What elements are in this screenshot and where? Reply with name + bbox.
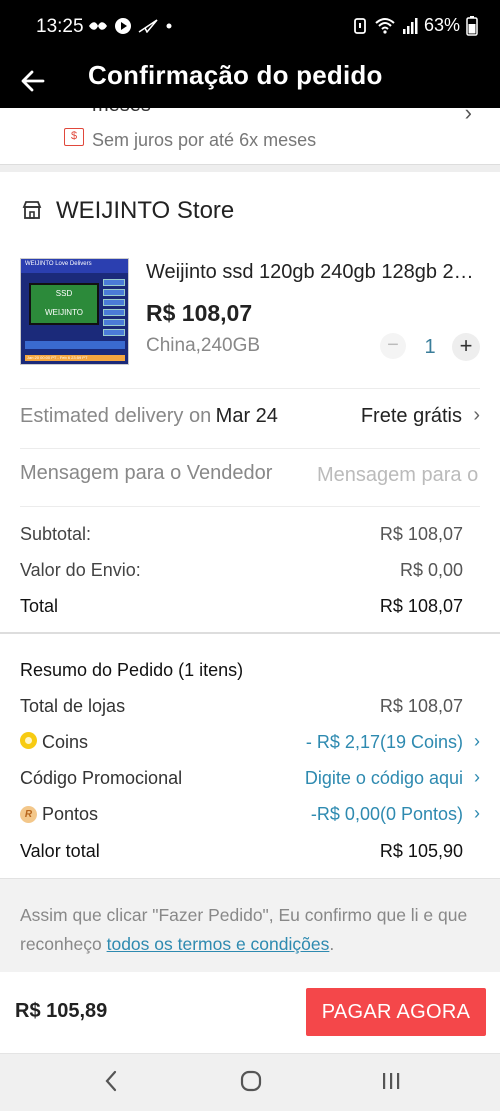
shipping-cost-value: R$ 0,00 bbox=[399, 560, 463, 580]
terms-section: Assim que clicar "Fazer Pedido", Eu conf… bbox=[0, 878, 500, 972]
store-name[interactable]: WEIJINTO Store bbox=[56, 197, 234, 225]
app-bar: Confirmação do pedido bbox=[0, 54, 500, 108]
divider bbox=[20, 388, 480, 389]
promo-code-input[interactable]: Digite o código aqui bbox=[305, 768, 463, 789]
chevron-right-icon: › bbox=[474, 767, 480, 787]
grand-total-row: Valor total R$ 105,90 bbox=[20, 841, 480, 869]
section-divider bbox=[0, 632, 500, 652]
subtotal-label: Subtotal: bbox=[20, 524, 92, 544]
coin-icon bbox=[20, 732, 37, 749]
points-value: -R$ 0,00(0 Pontos) bbox=[310, 804, 463, 824]
product-image-capacity bbox=[103, 309, 125, 316]
summary-store-total-row: Total de lojas R$ 108,07 bbox=[20, 696, 480, 724]
quantity-increase-button[interactable]: + bbox=[452, 333, 480, 361]
message-label: Mensagem para o Vendedor bbox=[20, 462, 273, 484]
coins-row[interactable]: Coins - R$ 2,17(19 Coins) › bbox=[20, 731, 480, 760]
notification-dot bbox=[166, 23, 172, 29]
product-image-capacity bbox=[103, 279, 125, 286]
terms-link[interactable]: todos os termos e condições bbox=[107, 934, 330, 954]
chevron-right-icon: › bbox=[464, 108, 472, 125]
terms-end: . bbox=[329, 934, 335, 954]
promo-code-label: Código Promocional bbox=[20, 768, 183, 788]
product-image-header: WEIJINTO Love Delivers bbox=[21, 259, 128, 273]
status-bar: 13:25 63% bbox=[0, 0, 500, 54]
points-icon: R bbox=[20, 806, 37, 823]
product-price: R$ 108,07 bbox=[146, 300, 253, 326]
play-icon bbox=[115, 18, 131, 34]
chevron-right-icon: › bbox=[473, 404, 480, 426]
checkout-bar: R$ 105,89 PAGAR AGORA bbox=[0, 972, 500, 1053]
battery-icon bbox=[466, 15, 478, 36]
shipping-cost-label: Valor do Envio: bbox=[20, 560, 141, 580]
delivery-row[interactable]: Estimated delivery on Mar 24 Frete gráti… bbox=[20, 404, 480, 435]
seller-message-input[interactable] bbox=[317, 460, 480, 490]
battery-percent: 63% bbox=[423, 15, 460, 35]
status-right: 63% bbox=[352, 15, 478, 36]
message-row: Mensagem para o Vendedor bbox=[20, 460, 480, 492]
promo-code-row[interactable]: Código Promocional Digite o código aqui … bbox=[20, 767, 480, 796]
installment-cut-text: meses bbox=[92, 108, 151, 117]
product-image-capacity bbox=[103, 329, 125, 336]
quantity-value: 1 bbox=[424, 336, 436, 358]
product-image-drive-brand: WEIJINTO bbox=[44, 308, 84, 317]
installment-label: Sem juros por até 6x meses bbox=[92, 130, 317, 150]
status-time: 13:25 bbox=[36, 16, 84, 37]
store-section: WEIJINTO Store WEIJINTO Love Delivers SS… bbox=[0, 172, 500, 632]
product-image-capacity bbox=[103, 299, 125, 306]
nav-recents-icon[interactable] bbox=[376, 1068, 406, 1098]
delivery-date: Mar 24 bbox=[215, 405, 278, 427]
product-image-capacity bbox=[103, 289, 125, 296]
subtotal-value: R$ 108,07 bbox=[379, 524, 463, 544]
pay-now-button[interactable]: PAGAR AGORA bbox=[306, 988, 486, 1036]
chevron-right-icon: › bbox=[474, 731, 480, 751]
send-icon bbox=[138, 19, 158, 33]
product-image-ssd: SSD WEIJINTO bbox=[29, 283, 99, 325]
chevron-right-icon: › bbox=[474, 803, 480, 823]
installment-badge-icon: $ bbox=[64, 128, 84, 146]
divider bbox=[20, 448, 480, 449]
messenger-icon bbox=[89, 22, 107, 30]
summary-store-total-value: R$ 108,07 bbox=[379, 696, 463, 716]
points-label: Pontos bbox=[42, 804, 99, 824]
product-image-drive-label: SSD bbox=[55, 289, 73, 298]
delivery-label: Estimated delivery on bbox=[20, 405, 212, 427]
store-total-label: Total bbox=[20, 596, 59, 616]
coins-value: - R$ 2,17(19 Coins) bbox=[305, 732, 463, 752]
page-title: Confirmação do pedido bbox=[88, 60, 383, 90]
quantity-decrease-button[interactable]: − bbox=[380, 333, 406, 359]
grand-total-label: Valor total bbox=[20, 841, 100, 861]
installment-section[interactable]: meses › $ Sem juros por até 6x meses bbox=[0, 108, 500, 164]
order-summary: Resumo do Pedido (1 itens) Total de loja… bbox=[0, 652, 500, 878]
shipping-method: Frete grátis bbox=[360, 405, 462, 427]
product-image[interactable]: WEIJINTO Love Delivers SSD WEIJINTO Jan … bbox=[20, 258, 129, 365]
product-image-footer bbox=[25, 341, 125, 349]
product-image-brand: WEIJINTO Love Delivers bbox=[25, 261, 92, 267]
notification-icons bbox=[88, 17, 174, 35]
summary-heading: Resumo do Pedido (1 itens) bbox=[20, 660, 244, 680]
nav-home-icon[interactable] bbox=[236, 1068, 266, 1098]
product-image-footer-bar: Jan 20 00:00 PT - Feb 6 23:59 PT bbox=[25, 355, 125, 361]
product-variant[interactable]: China,240GB bbox=[146, 335, 260, 357]
coins-label: Coins bbox=[42, 732, 89, 752]
store-icon bbox=[22, 201, 42, 219]
store-total-value: R$ 108,07 bbox=[379, 596, 463, 616]
product-image-capacity bbox=[103, 319, 125, 326]
grand-total-value: R$ 105,90 bbox=[379, 841, 463, 861]
summary-store-total-label: Total de lojas bbox=[20, 696, 126, 716]
signal-icon bbox=[402, 17, 418, 34]
back-arrow-icon[interactable] bbox=[20, 63, 50, 99]
product-image-footer-text: Jan 20 00:00 PT - Feb 6 23:59 PT bbox=[27, 355, 88, 360]
divider bbox=[20, 506, 480, 507]
wifi-icon bbox=[375, 17, 395, 34]
checkout-amount: R$ 105,89 bbox=[15, 1000, 108, 1022]
points-row[interactable]: R Pontos -R$ 0,00(0 Pontos) › bbox=[20, 803, 480, 832]
product-title[interactable]: Weijinto ssd 120gb 240gb 128gb 256gb bbox=[146, 261, 476, 284]
terms-text: Assim que clicar "Fazer Pedido", Eu conf… bbox=[20, 901, 480, 959]
system-nav-bar bbox=[0, 1053, 500, 1111]
alarm-icon bbox=[354, 17, 366, 34]
section-divider bbox=[0, 164, 500, 172]
nav-back-icon[interactable] bbox=[96, 1068, 126, 1098]
